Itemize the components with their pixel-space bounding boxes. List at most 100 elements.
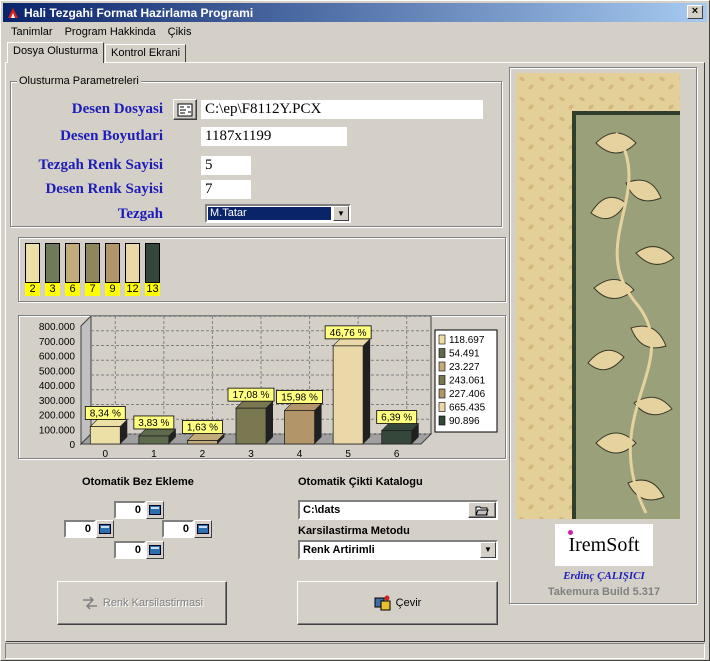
tab-strip: Dosya Olusturma Kontrol Ekrani [7, 42, 187, 63]
bez-top-value[interactable]: 0 [114, 501, 146, 519]
legend-swatch [438, 375, 446, 385]
params-group-title: Olusturma Parametreleri [17, 75, 141, 87]
x-tick-label: 1 [151, 449, 157, 458]
legend-swatch [438, 361, 446, 372]
logo-dot [568, 530, 573, 535]
close-button[interactable]: × [687, 5, 703, 19]
bar [381, 430, 413, 445]
bar-top [380, 423, 420, 431]
color-swatch[interactable] [85, 243, 100, 283]
browse-file-button[interactable] [173, 99, 197, 120]
legend-swatch [438, 348, 446, 358]
color-swatch-number: 3 [45, 283, 60, 296]
menu-cikis[interactable]: Çikis [162, 24, 198, 40]
convert-button[interactable]: Çevir [297, 581, 498, 625]
file-browse-icon [177, 103, 193, 116]
build-text: Takemura Build 5.317 [547, 586, 661, 598]
title-bar: Hali Tezgahi Format Hazirlama Programi × [3, 3, 707, 22]
legend-entry: 665.435 [449, 403, 486, 414]
y-tick-label: 700.000 [39, 337, 76, 348]
legend-entry: 243.061 [449, 376, 486, 387]
x-tick-label: 5 [345, 449, 351, 458]
status-bar [5, 643, 705, 659]
menu-bar: Tanimlar Program Hakkinda Çikis [5, 24, 198, 40]
calculator-icon [197, 524, 209, 534]
chevron-down-icon[interactable]: ▼ [480, 542, 496, 558]
bez-bottom-spin[interactable]: 0 [114, 541, 164, 559]
compare-colors-button[interactable]: Renk Karsilastirmasi [57, 581, 227, 625]
color-swatch[interactable] [125, 243, 140, 283]
color-swatch[interactable] [145, 243, 160, 283]
bar-top [235, 400, 274, 409]
output-catalog-title: Otomatik Çikti Katalogu [298, 476, 423, 488]
data-label: 3,83 % [138, 418, 169, 429]
legend-swatch [438, 388, 446, 399]
method-select[interactable]: Renk Artirimli ▼ [298, 540, 498, 560]
legend-swatch [438, 415, 446, 426]
bar-side [363, 338, 371, 444]
browse-folder-button[interactable] [468, 502, 496, 518]
legend-entry: 118.697 [449, 335, 485, 346]
bar [284, 410, 315, 445]
tab-dosya-olusturma[interactable]: Dosya Olusturma [7, 42, 104, 63]
output-path-field[interactable]: C:\dats [298, 500, 498, 520]
bez-top-button[interactable] [146, 501, 164, 519]
y-tick-label: 400.000 [39, 381, 76, 392]
color-swatch[interactable] [65, 243, 80, 283]
bez-ekleme-title: Otomatik Bez Ekleme [82, 476, 194, 488]
window-title: Hali Tezgahi Format Hazirlama Programi [24, 5, 254, 20]
bez-right-value[interactable]: 0 [162, 520, 194, 538]
desen-dosyasi-label: Desen Dosyasi [71, 101, 163, 117]
x-tick-label: 6 [394, 449, 400, 458]
legend-entry: 90.896 [449, 416, 480, 427]
preview-panel: IremSoft Erdinç ÇALIŞICI Takemura Build … [509, 67, 697, 604]
method-title: Karsilastirma Metodu [298, 525, 410, 537]
tezgah-select[interactable]: M.Tatar ▼ [205, 204, 351, 223]
bar-top [186, 433, 226, 441]
method-select-value: Renk Artirimli [303, 544, 375, 556]
bez-bottom-button[interactable] [146, 541, 164, 559]
menu-tanimlar[interactable]: Tanimlar [5, 24, 59, 40]
desen-boyutlari-label: Desen Boyutlari [60, 128, 163, 144]
tezgah-select-value: M.Tatar [207, 206, 332, 221]
compare-icon [82, 596, 97, 610]
color-swatch[interactable] [105, 243, 120, 283]
bez-left-spin[interactable]: 0 [64, 520, 114, 538]
x-tick-label: 0 [103, 449, 109, 458]
bar [138, 435, 170, 445]
color-swatch-number: 2 [25, 283, 40, 296]
bez-right-button[interactable] [194, 520, 212, 538]
data-label: 17,08 % [233, 390, 270, 401]
bar-top [332, 338, 371, 347]
carpet-preview-image [516, 73, 680, 519]
folder-open-icon [475, 506, 489, 515]
tezgah-renk-field[interactable]: 5 [201, 156, 251, 175]
desen-renk-label: Desen Renk Sayisi [45, 181, 163, 197]
bez-left-value[interactable]: 0 [64, 520, 96, 538]
bez-top-spin[interactable]: 0 [114, 501, 164, 519]
data-label: 15,98 % [281, 392, 318, 403]
bez-bottom-value[interactable]: 0 [114, 541, 146, 559]
x-tick-label: 4 [297, 449, 303, 458]
desen-boyutlari-field: 1187x1199 [201, 127, 347, 146]
color-swatch-number: 7 [85, 283, 100, 296]
compare-colors-label: Renk Karsilastirmasi [102, 597, 204, 609]
bez-left-button[interactable] [96, 520, 114, 538]
author-text: Erdinç ÇALIŞICI [563, 570, 645, 582]
bez-right-spin[interactable]: 0 [162, 520, 212, 538]
bar [89, 426, 121, 445]
tab-kontrol-ekrani[interactable]: Kontrol Ekrani [104, 44, 187, 62]
color-swatch[interactable] [45, 243, 60, 283]
chevron-down-icon[interactable]: ▼ [333, 206, 349, 221]
color-swatch[interactable] [25, 243, 40, 283]
menu-program-hakkinda[interactable]: Program Hakkinda [59, 24, 162, 40]
legend-swatch [438, 402, 446, 412]
color-swatch-number: 6 [65, 283, 80, 296]
output-path-value[interactable]: C:\dats [303, 504, 340, 516]
desen-dosyasi-field[interactable]: C:\ep\F8112Y.PCX [201, 100, 483, 119]
bar [187, 440, 218, 445]
y-tick-label: 200.000 [39, 411, 76, 422]
data-label: 6,39 % [381, 413, 412, 424]
calculator-icon [99, 524, 111, 534]
y-tick-label: 600.000 [39, 352, 76, 363]
